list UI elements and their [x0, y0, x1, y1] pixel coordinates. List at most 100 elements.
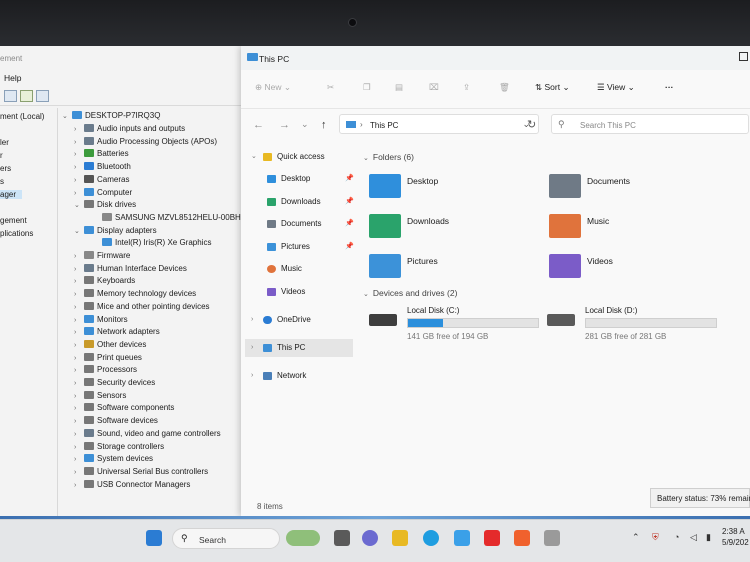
chevron-down-icon[interactable]: ⌄: [74, 226, 84, 238]
device-category[interactable]: › Mice and other pointing devices: [74, 301, 210, 313]
chevron-right-icon[interactable]: ›: [74, 429, 84, 441]
rename-icon[interactable]: ⌧: [429, 82, 439, 93]
dm-side-item[interactable]: gement: [0, 216, 27, 225]
nav-downloads[interactable]: Downloads 📌: [245, 193, 355, 211]
drives-section-header[interactable]: ⌄ Devices and drives (2): [363, 288, 457, 298]
chevron-right-icon[interactable]: ›: [74, 365, 84, 377]
device-category[interactable]: › Print queues: [74, 352, 142, 364]
speaker-icon[interactable]: ◁: [690, 532, 697, 543]
device-category[interactable]: › Processors: [74, 364, 137, 376]
chevron-right-icon[interactable]: ›: [74, 276, 84, 288]
device-category[interactable]: › Network adapters: [74, 326, 160, 338]
nav-pictures[interactable]: Pictures 📌: [245, 238, 355, 256]
dm-side-item-selected[interactable]: ager: [0, 190, 23, 199]
chevron-right-icon[interactable]: ›: [74, 124, 84, 136]
device-category[interactable]: › Cameras: [74, 174, 129, 186]
device-category[interactable]: › Audio Processing Objects (APOs): [74, 136, 217, 148]
dm-side-item[interactable]: plications: [0, 229, 33, 238]
chevron-right-icon[interactable]: ›: [74, 149, 84, 161]
sort-button[interactable]: ⇅ Sort ⌄: [535, 82, 570, 93]
pin-icon[interactable]: 📌: [345, 170, 354, 188]
maximize-button[interactable]: [739, 52, 748, 61]
device-category[interactable]: › System devices: [74, 453, 153, 465]
chevron-right-icon[interactable]: ›: [74, 251, 84, 263]
chevron-right-icon[interactable]: ›: [74, 378, 84, 390]
chevron-right-icon[interactable]: ›: [74, 162, 84, 174]
youtube-icon[interactable]: [484, 530, 500, 546]
chevron-right-icon[interactable]: ›: [74, 175, 84, 187]
drive-c[interactable]: Local Disk (C:) 141 GB free of 194 GB: [369, 306, 549, 346]
folder-documents[interactable]: Documents: [549, 172, 729, 206]
recent-locations-icon[interactable]: ⌄: [301, 119, 309, 130]
device-category[interactable]: › Bluetooth: [74, 161, 131, 173]
nav-this-pc[interactable]: › This PC: [245, 339, 353, 357]
device-category[interactable]: › Computer: [74, 187, 132, 199]
chevron-right-icon[interactable]: ›: [74, 264, 84, 276]
file-explorer-icon[interactable]: [392, 530, 408, 546]
widgets-icon[interactable]: [286, 530, 320, 546]
store-icon[interactable]: [454, 530, 470, 546]
delete-icon[interactable]: 🗑: [499, 82, 510, 93]
pin-icon[interactable]: 📌: [345, 215, 354, 233]
refresh-icon[interactable]: ↻: [527, 118, 536, 131]
device-category[interactable]: › Human Interface Devices: [74, 263, 187, 275]
device-category[interactable]: ⌄ Disk drives: [74, 199, 136, 211]
device-category[interactable]: › Audio inputs and outputs: [74, 123, 185, 135]
nav-videos[interactable]: Videos: [245, 283, 355, 301]
start-icon[interactable]: [146, 530, 162, 546]
nav-network[interactable]: › Network: [245, 367, 355, 385]
taskbar-search[interactable]: ⚲ Search: [172, 528, 280, 549]
dm-side-item[interactable]: ment (Local): [0, 112, 44, 121]
back-button[interactable]: ←: [253, 119, 264, 131]
properties-icon[interactable]: [4, 90, 17, 102]
chevron-right-icon[interactable]: ›: [74, 403, 84, 415]
chevron-right-icon[interactable]: ›: [74, 137, 84, 149]
device-category[interactable]: › Software components: [74, 402, 174, 414]
device-category[interactable]: › Monitors: [74, 314, 128, 326]
device-item[interactable]: SAMSUNG MZVL8512HELU-00BH1: [92, 212, 245, 224]
device-category[interactable]: › Security devices: [74, 377, 155, 389]
nav-quick-access[interactable]: ⌄ Quick access: [245, 148, 355, 166]
more-options-button[interactable]: ···: [665, 82, 674, 92]
chevron-right-icon[interactable]: ›: [74, 340, 84, 352]
chevron-right-icon[interactable]: ›: [74, 327, 84, 339]
show-hidden-icons[interactable]: ⌃: [632, 532, 640, 543]
folder-videos[interactable]: Videos: [549, 252, 729, 286]
device-category[interactable]: › Batteries: [74, 148, 129, 160]
paste-icon[interactable]: ▤: [395, 82, 403, 93]
device-category[interactable]: › Storage controllers: [74, 441, 164, 453]
dm-menu-help[interactable]: Help: [4, 73, 21, 83]
device-item[interactable]: Intel(R) Iris(R) Xe Graphics: [92, 237, 211, 249]
drive-d[interactable]: Local Disk (D:) 281 GB free of 281 GB: [547, 306, 727, 346]
device-category[interactable]: › Sensors: [74, 390, 126, 402]
device-category[interactable]: ⌄ Display adapters: [74, 225, 157, 237]
folder-pictures[interactable]: Pictures: [369, 252, 549, 286]
folder-desktop[interactable]: Desktop: [369, 172, 549, 206]
help-icon[interactable]: [20, 90, 33, 102]
edge-icon[interactable]: [423, 530, 439, 546]
security-icon[interactable]: ⛨: [652, 532, 659, 543]
settings-icon[interactable]: [544, 530, 560, 546]
task-view-icon[interactable]: [334, 530, 350, 546]
wifi-icon[interactable]: ◔: [674, 532, 679, 542]
nav-onedrive[interactable]: › OneDrive: [245, 311, 355, 329]
chevron-right-icon[interactable]: ›: [74, 480, 84, 492]
dm-side-item[interactable]: ler: [0, 138, 9, 147]
search-box[interactable]: ⚲ Search This PC: [551, 114, 749, 134]
nav-desktop[interactable]: Desktop 📌: [245, 170, 355, 188]
pin-icon[interactable]: 📌: [345, 193, 354, 211]
device-category[interactable]: › Memory technology devices: [74, 288, 196, 300]
brave-icon[interactable]: [514, 530, 530, 546]
tree-root[interactable]: ⌄ DESKTOP-P7IRQ3Q: [62, 110, 160, 122]
chevron-right-icon[interactable]: ›: [74, 467, 84, 479]
folder-downloads[interactable]: Downloads: [369, 212, 549, 246]
chevron-right-icon[interactable]: ›: [74, 391, 84, 403]
nav-music[interactable]: Music: [245, 260, 355, 278]
chevron-right-icon[interactable]: ›: [74, 454, 84, 466]
chevron-right-icon[interactable]: ›: [74, 302, 84, 314]
dm-side-item[interactable]: ers: [0, 164, 11, 173]
folder-music[interactable]: Music: [549, 212, 729, 246]
chevron-down-icon[interactable]: ⌄: [74, 200, 84, 212]
device-category[interactable]: › Firmware: [74, 250, 130, 262]
pin-icon[interactable]: 📌: [345, 238, 354, 256]
